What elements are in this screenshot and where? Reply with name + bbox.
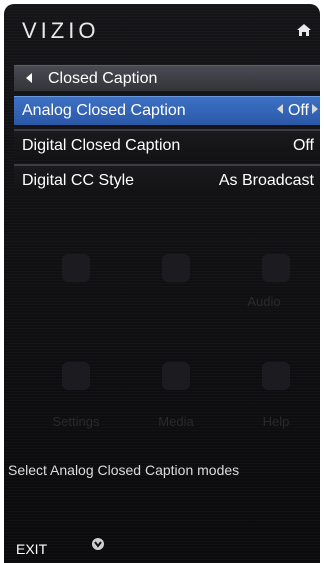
- breadcrumb: Closed Caption: [14, 65, 320, 91]
- menu-item-label: Digital CC Style: [22, 172, 135, 189]
- down-chevron-icon[interactable]: [91, 537, 105, 551]
- exit-button[interactable]: EXIT: [16, 541, 47, 557]
- help-text: Select Analog Closed Caption modes: [8, 462, 240, 478]
- ghost-tile-icon: [62, 254, 90, 282]
- menu-item-digital-closed-caption[interactable]: Digital Closed Caption Off: [14, 129, 320, 160]
- ghost-tile-icon: [162, 362, 190, 390]
- brand-logo: VIZIO: [22, 18, 100, 43]
- ghost-label-audio: Audio: [247, 294, 281, 309]
- menu-item-value: As Broadcast: [218, 172, 314, 189]
- breadcrumb-title: Closed Caption: [48, 70, 158, 87]
- right-arrow-icon[interactable]: [312, 104, 318, 114]
- menu-item-digital-cc-style[interactable]: Digital CC Style As Broadcast: [14, 164, 320, 195]
- menu-item-analog-closed-caption[interactable]: Analog Closed Caption Off: [14, 96, 320, 125]
- menu-item-value[interactable]: Off: [276, 102, 318, 120]
- left-arrow-icon[interactable]: [276, 104, 283, 114]
- ghost-tile-icon: [62, 362, 90, 390]
- ghost-label-media: Media: [158, 414, 194, 429]
- menu-item-label: Analog Closed Caption: [22, 102, 186, 119]
- ghost-tile-icon: [262, 362, 290, 390]
- menu-item-value: Off: [292, 137, 314, 154]
- back-arrow-icon[interactable]: [26, 73, 32, 83]
- ghost-tile-icon: [162, 254, 190, 282]
- menu-panel: VIZIO Closed Caption Audio Settings Medi…: [4, 4, 320, 563]
- ghost-label-settings: Settings: [52, 414, 100, 429]
- ghost-label-help: Help: [262, 414, 290, 429]
- home-icon[interactable]: [296, 23, 312, 37]
- ghost-tile-icon: [262, 254, 290, 282]
- menu-item-label: Digital Closed Caption: [22, 137, 181, 154]
